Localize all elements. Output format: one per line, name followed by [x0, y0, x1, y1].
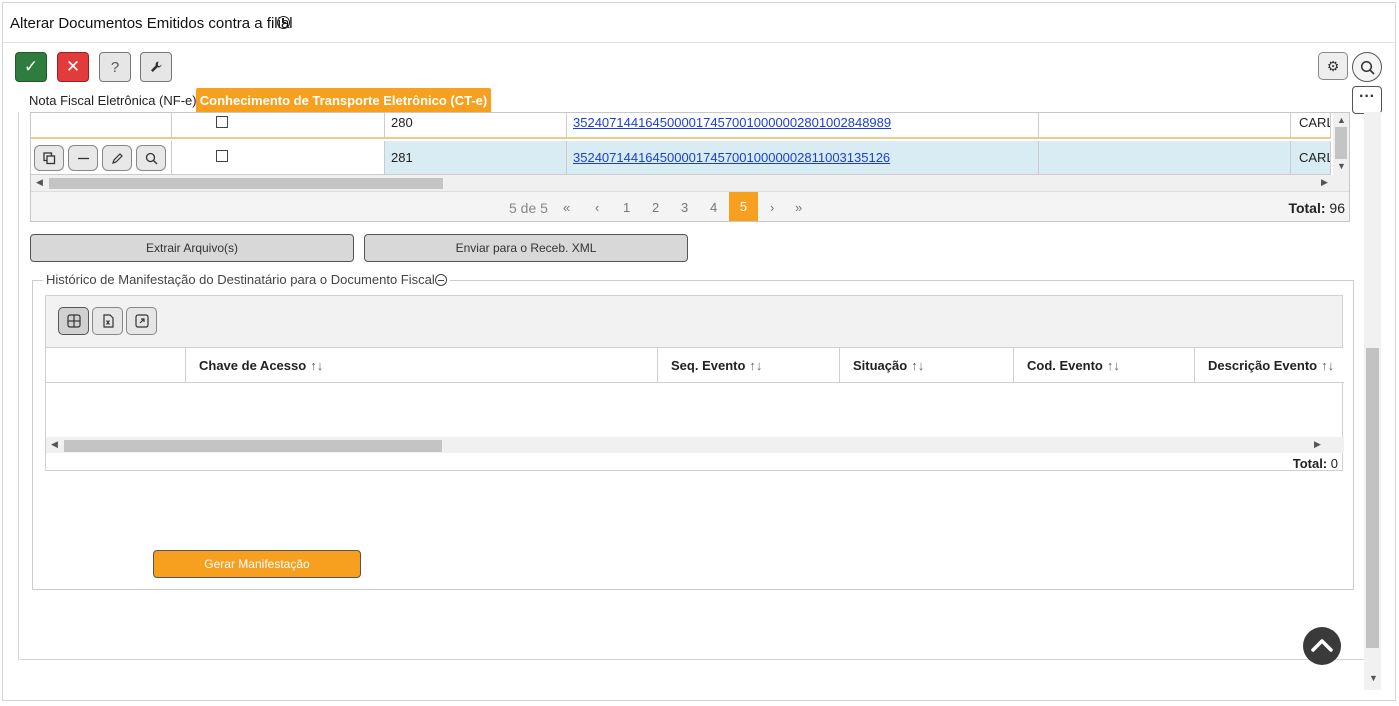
page-4-button[interactable]: 4 [710, 200, 717, 215]
scroll-down-icon[interactable]: ▼ [1369, 673, 1378, 683]
tools-button[interactable] [140, 52, 172, 82]
row-number: 281 [385, 141, 567, 174]
sort-icon[interactable]: ↑↓ [749, 358, 762, 373]
history-legend: Histórico de Manifestação do Destinatári… [43, 272, 450, 287]
scroll-up-icon[interactable]: ▲ [1337, 115, 1346, 125]
cancel-button[interactable]: ✕ [57, 52, 89, 82]
page-1-button[interactable]: 1 [623, 200, 630, 215]
page-3-button[interactable]: 3 [681, 200, 688, 215]
page-title: Alterar Documentos Emitidos contra a fil… [10, 15, 293, 32]
access-key-link[interactable]: 3524071441645000017457001000000280100284… [573, 115, 891, 130]
access-key-link[interactable]: 3524071441645000017457001000000281100313… [573, 150, 890, 165]
clock-icon[interactable] [277, 16, 290, 29]
remove-row-button[interactable] [68, 145, 98, 171]
scroll-thumb[interactable] [64, 440, 442, 452]
scroll-thumb[interactable] [1366, 348, 1379, 648]
chevron-up-icon [1311, 639, 1333, 652]
row-name: CARLO [1291, 113, 1331, 137]
sort-icon[interactable]: ↑↓ [911, 358, 924, 373]
grid-vertical-scrollbar[interactable]: ▲ ▼ [1333, 113, 1349, 175]
page-5-button[interactable]: 5 [729, 192, 758, 221]
tab-nfe[interactable]: Nota Fiscal Eletrônica (NF-e) [29, 93, 197, 108]
row-name: CARLO [1291, 141, 1331, 174]
generate-manifest-button[interactable]: Gerar Manifestação [153, 550, 361, 578]
sort-icon[interactable]: ↑↓ [1107, 358, 1120, 373]
pencil-icon [111, 152, 123, 164]
scroll-thumb[interactable] [49, 178, 443, 189]
search-icon [145, 152, 157, 164]
row-number: 280 [385, 113, 567, 137]
gear-icon: ⚙ [1326, 57, 1340, 74]
last-page-button[interactable]: » [795, 200, 802, 215]
column-header[interactable]: Seq. Evento ↑↓ [657, 348, 839, 383]
pagination: 5 de 5 « ‹ 1 2 3 4 5 › » Total: 96 [31, 191, 1349, 221]
grid-icon [66, 314, 81, 328]
row-checkbox[interactable] [216, 116, 228, 128]
more-options-button[interactable]: ··· [1352, 86, 1382, 114]
history-toolbar [46, 296, 1342, 348]
scroll-thumb[interactable] [1335, 127, 1347, 159]
history-total: Total: 0 [1292, 456, 1338, 471]
grid-view-button[interactable] [58, 307, 89, 335]
minus-icon [77, 157, 89, 159]
page-info: 5 de 5 [509, 200, 548, 216]
table-row[interactable]: 280 352407144164500001745700100000028010… [31, 113, 1331, 139]
sort-icon[interactable]: ↑↓ [1321, 358, 1334, 373]
excel-icon [102, 314, 114, 328]
search-icon [1360, 60, 1375, 75]
send-xml-button[interactable]: Enviar para o Receb. XML [364, 234, 688, 262]
first-page-button[interactable]: « [563, 200, 570, 215]
scroll-right-icon[interactable]: ▶ [1321, 177, 1328, 188]
history-fieldset: Histórico de Manifestação do Destinatári… [32, 272, 1354, 590]
confirm-button[interactable]: ✓ [15, 52, 47, 82]
view-row-button[interactable] [136, 145, 166, 171]
question-icon: ? [110, 58, 120, 76]
tab-cte[interactable]: Conhecimento de Transporte Eletrônico (C… [196, 88, 491, 114]
check-icon: ✓ [23, 57, 39, 76]
history-header: Chave de Acesso ↑↓ Seq. Evento ↑↓ Situação… [46, 348, 1344, 383]
extract-files-button[interactable]: Extrair Arquivo(s) [30, 234, 354, 262]
column-header[interactable]: Chave de Acesso ↑↓ [185, 348, 657, 383]
export-excel-button[interactable] [92, 307, 123, 335]
settings-button[interactable]: ⚙ [1318, 52, 1348, 80]
documents-grid: 280 352407144164500001745700100000028010… [30, 112, 1350, 222]
copy-row-button[interactable] [34, 145, 64, 171]
search-button[interactable] [1352, 52, 1382, 82]
scroll-left-icon[interactable]: ◀ [36, 177, 43, 188]
column-header[interactable]: Situação ↑↓ [839, 348, 1013, 383]
history-horizontal-scrollbar[interactable]: ◀ ▶ [46, 437, 1344, 453]
history-grid: Chave de Acesso ↑↓ Seq. Evento ↑↓ Situação… [45, 295, 1344, 471]
grid-horizontal-scrollbar[interactable]: ◀ ▶ [31, 175, 1349, 191]
close-icon: ✕ [65, 57, 81, 76]
edit-row-button[interactable] [102, 145, 132, 171]
next-page-button[interactable]: › [770, 200, 774, 215]
collapse-icon[interactable] [434, 274, 447, 286]
page-vertical-scrollbar[interactable]: ▼ [1364, 112, 1381, 690]
column-header[interactable]: Cod. Evento ↑↓ [1013, 348, 1194, 383]
expand-icon [134, 314, 149, 328]
ellipsis-icon: ··· [1359, 88, 1375, 105]
title-bar: Alterar Documentos Emitidos contra a fil… [3, 3, 1395, 43]
copy-icon [42, 151, 55, 164]
total-count: Total: 96 [1288, 200, 1345, 216]
scroll-right-icon[interactable]: ▶ [1314, 439, 1321, 450]
expand-button[interactable] [126, 307, 157, 335]
back-to-top-button[interactable] [1303, 627, 1341, 665]
scroll-down-icon[interactable]: ▼ [1337, 161, 1346, 171]
help-button[interactable]: ? [99, 52, 131, 82]
scroll-left-icon[interactable]: ◀ [51, 439, 58, 450]
prev-page-button[interactable]: ‹ [595, 200, 599, 215]
wrench-icon [151, 61, 162, 72]
sort-icon[interactable]: ↑↓ [310, 358, 323, 373]
row-checkbox[interactable] [216, 150, 228, 162]
page-2-button[interactable]: 2 [652, 200, 659, 215]
table-row[interactable]: 281 352407144164500001745700100000028110… [31, 141, 1331, 175]
column-header[interactable]: Descrição Evento ↑↓ [1194, 348, 1344, 383]
